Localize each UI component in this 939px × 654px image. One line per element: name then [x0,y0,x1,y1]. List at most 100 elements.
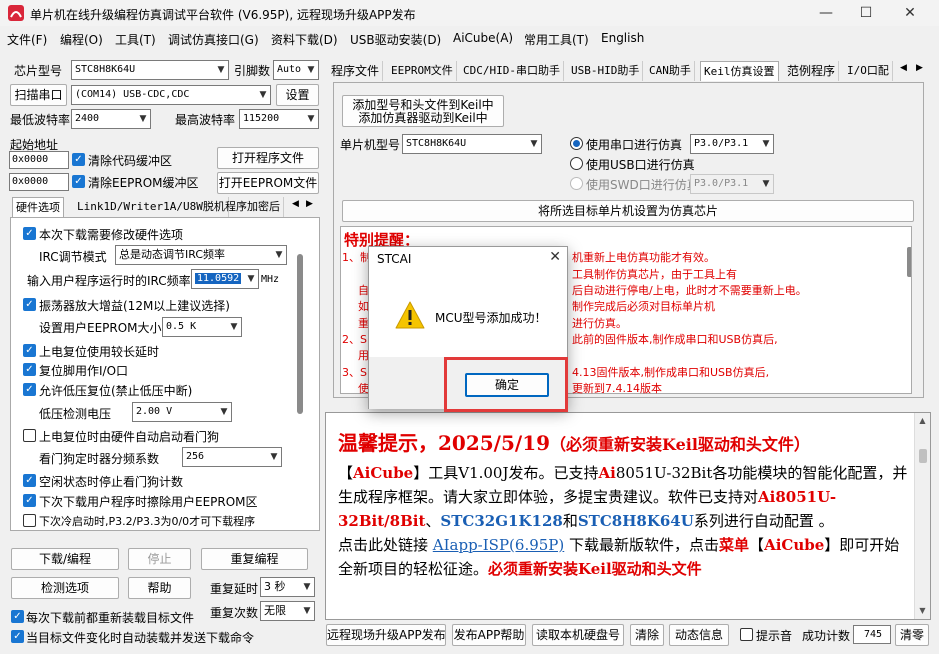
tab-can-helper[interactable]: CAN助手 [646,61,695,81]
irc-freq-select[interactable]: 11.0592 ▼ [191,269,259,289]
menu-english[interactable]: English [601,31,644,45]
auto-send-checkbox[interactable]: ✓ [11,630,24,643]
tab-program-file[interactable]: 程序文件 [328,61,384,81]
eeprom-address-input[interactable]: 0x0000 [9,173,69,191]
cold-boot-checkbox[interactable] [23,514,36,527]
chip-type-select[interactable]: STC8H8K64U ▼ [71,60,229,80]
tab-scroll-right-icon[interactable]: ▶ [916,63,923,73]
mcu-model-select[interactable]: STC8H8K64U ▼ [402,134,542,154]
scan-port-button[interactable]: 扫描串口 [10,84,67,106]
remote-upgrade-button[interactable]: 远程现场升级APP发布 [326,624,446,646]
tab-scroll-left-icon[interactable]: ◀ [292,199,299,209]
options-scrollbar[interactable] [297,254,303,414]
amp-gain-checkbox[interactable]: ✓ [23,298,36,311]
reload-each-label: 每次下载前都重新装载目标文件 [26,611,195,625]
tab-scroll-right-icon[interactable]: ▶ [306,199,313,209]
read-disk-button[interactable]: 读取本机硬盘号 [532,624,624,646]
swd-emulation-label: 使用SWD口进行仿真 [586,178,699,192]
dynamic-info-button[interactable]: 动态信息 [669,624,729,646]
close-window-button[interactable]: ✕ [890,0,930,26]
help-button[interactable]: 帮助 [128,577,191,599]
reset-io-checkbox[interactable]: ✓ [23,363,36,376]
repeat-delay-label: 重复延时 [210,582,259,596]
repeat-count-select[interactable]: 无限 ▼ [260,601,315,621]
download-link[interactable]: AIapp-ISP(6.95P) [433,536,564,554]
tab-eeprom-file[interactable]: EEPROM文件 [388,61,457,81]
notice-line: 此前的固件版本,制作成串口和USB仿真后, [572,333,778,346]
menu-program[interactable]: 编程(O) [60,31,103,48]
notice-scrollbar[interactable] [907,247,911,277]
minimize-button[interactable]: — [806,0,846,26]
lvd-voltage-select[interactable]: 2.00 V ▼ [132,402,232,422]
notice-line: 2、S [342,333,367,346]
swd-port-select[interactable]: P3.0/P3.1 ▼ [690,174,774,194]
tab-example-programs[interactable]: 范例程序 [784,61,840,81]
open-eeprom-file-button[interactable]: 打开EEPROM文件 [217,172,319,194]
set-emulator-chip-button[interactable]: 将所选目标单片机设置为仿真芯片 [342,200,914,222]
publish-help-button[interactable]: 发布APP帮助 [452,624,526,646]
tab-encryption[interactable]: 程序加密后 [222,197,284,217]
tab-keil-emulation[interactable]: Keil仿真设置 [700,61,779,81]
clear-button[interactable]: 清除 [630,624,664,646]
port-select[interactable]: (COM14) USB-CDC,CDC ▼ [71,85,271,105]
swd-emulation-radio[interactable] [570,177,583,190]
erase-eeprom-checkbox[interactable]: ✓ [23,494,36,507]
tab-usb-hid-helper[interactable]: USB-HID助手 [568,61,644,81]
scroll-down-icon[interactable]: ▼ [915,603,930,619]
menu-common-tools[interactable]: 常用工具(T) [524,31,589,48]
modify-hw-label: 本次下载需要修改硬件选项 [39,228,184,242]
usb-emulation-radio[interactable] [570,157,583,170]
menu-usb-driver[interactable]: USB驱动安装(D) [350,31,441,48]
scroll-up-icon[interactable]: ▲ [915,413,930,429]
detect-options-button[interactable]: 检测选项 [11,577,119,599]
tab-offline-writer[interactable]: Link1D/Writer1A/U8W脱机 [74,197,229,217]
prompt-sound-label: 提示音 [756,629,793,643]
max-baud-select[interactable]: 115200 ▼ [239,109,319,129]
menu-debug-interface[interactable]: 调试仿真接口(G) [168,31,259,48]
mcu-model-label: 单片机型号 [340,138,401,152]
open-program-file-button[interactable]: 打开程序文件 [217,147,319,169]
menu-file[interactable]: 文件(F) [7,31,47,48]
reload-each-checkbox[interactable]: ✓ [11,610,24,623]
menu-aicube[interactable]: AiCube(A) [453,31,513,45]
repeat-program-button[interactable]: 重复编程 [201,548,308,570]
serial-port-select[interactable]: P3.0/P3.1 ▼ [690,134,774,154]
idle-wdt-checkbox[interactable]: ✓ [23,474,36,487]
tab-serial-helper[interactable]: CDC/HID-串口助手 [460,61,564,81]
code-address-input[interactable]: 0x0000 [9,151,69,169]
pin-count-select[interactable]: Auto ▼ [273,60,319,80]
min-baud-select[interactable]: 2400 ▼ [71,109,151,129]
wdt-auto-checkbox[interactable] [23,429,36,442]
info-scrollbar[interactable]: ▲ ▼ [914,413,930,619]
irc-mode-select[interactable]: 总是动态调节IRC频率 ▼ [115,245,287,265]
clear-eeprom-buffer-checkbox[interactable]: ✓ [72,175,85,188]
long-reset-checkbox[interactable]: ✓ [23,344,36,357]
settings-button[interactable]: 设置 [276,84,319,106]
chevron-down-icon: ▼ [267,448,281,466]
prompt-sound-checkbox[interactable] [740,628,753,641]
wdt-auto-label: 上电复位时由硬件自动启动看门狗 [39,430,220,444]
stop-button[interactable]: 停止 [128,548,191,570]
clear-code-buffer-checkbox[interactable]: ✓ [72,153,85,166]
chevron-down-icon: ▼ [227,318,241,336]
tab-io-config[interactable]: I/O口配 [844,61,893,81]
menu-tools[interactable]: 工具(T) [115,31,156,48]
chevron-down-icon: ▼ [759,175,773,193]
tab-hardware-options[interactable]: 硬件选项 [12,197,64,217]
reset-count-button[interactable]: 清零 [895,624,929,646]
eeprom-size-select[interactable]: 0.5 K ▼ [162,317,242,337]
serial-emulation-radio[interactable] [570,137,583,150]
menu-downloads[interactable]: 资料下载(D) [271,31,338,48]
dialog-close-button[interactable]: ✕ [549,249,561,265]
hardware-options-panel: ✓ 本次下载需要修改硬件选项 IRC调节模式 总是动态调节IRC频率 ▼ 输入用户… [10,217,320,531]
scroll-thumb[interactable] [919,449,927,463]
add-to-keil-button[interactable]: 添加型号和头文件到Keil中 添加仿真器驱动到Keil中 [342,95,504,127]
tab-scroll-left-icon[interactable]: ◀ [900,63,907,73]
chevron-down-icon: ▼ [759,135,773,153]
download-program-button[interactable]: 下载/编程 [11,548,119,570]
lvd-reset-checkbox[interactable]: ✓ [23,383,36,396]
wdt-prescale-select[interactable]: 256 ▼ [182,447,282,467]
modify-hw-checkbox[interactable]: ✓ [23,227,36,240]
repeat-delay-select[interactable]: 3 秒 ▼ [260,577,315,597]
maximize-button[interactable]: ☐ [846,0,886,26]
